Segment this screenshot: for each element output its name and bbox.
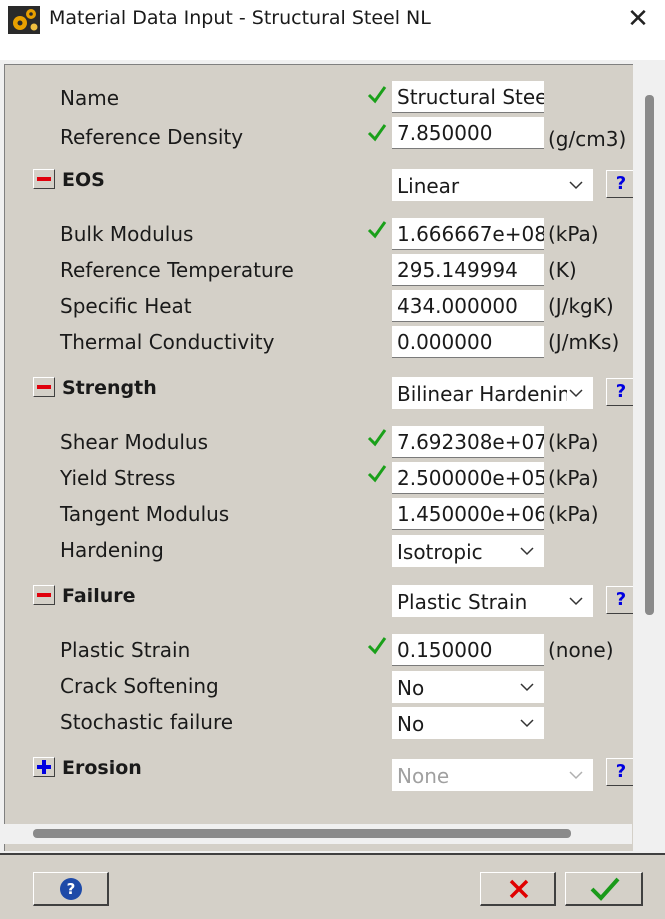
bulk-modulus-label: Bulk Modulus	[60, 222, 194, 246]
name-label: Name	[60, 86, 120, 110]
crack-softening-select[interactable]: No	[392, 671, 544, 703]
chevron-down-icon	[569, 597, 583, 606]
thermal-conductivity-input[interactable]: 0.000000	[392, 326, 544, 358]
check-icon	[367, 429, 387, 447]
vertical-scroll-thumb[interactable]	[645, 95, 654, 615]
failure-section-label: Failure	[62, 585, 136, 607]
checkmark-ok-icon	[590, 877, 620, 901]
close-button[interactable]: ✕	[618, 0, 658, 40]
horizontal-scroll-thumb[interactable]	[33, 829, 571, 838]
reference-temperature-input[interactable]: 295.149994	[392, 254, 544, 286]
erosion-help-button[interactable]: ?	[606, 758, 633, 786]
plastic-strain-label: Plastic Strain	[60, 638, 191, 662]
tangent-modulus-label: Tangent Modulus	[60, 502, 230, 526]
thermal-conductivity-label: Thermal Conductivity	[60, 330, 275, 354]
reference-density-unit: (g/cm3)	[548, 127, 627, 151]
strength-help-button[interactable]: ?	[606, 378, 633, 406]
material-properties-panel: Name Structural Steel NL Reference Densi…	[4, 64, 633, 851]
specific-heat-input[interactable]: 434.000000	[392, 290, 544, 322]
strength-section-label: Strength	[62, 377, 157, 399]
erosion-section-label: Erosion	[62, 757, 142, 779]
stochastic-failure-select[interactable]: No	[392, 707, 544, 739]
minus-icon	[37, 593, 51, 597]
eos-select[interactable]: Linear	[392, 169, 593, 201]
stochastic-failure-label: Stochastic failure	[60, 710, 234, 734]
reference-density-label: Reference Density	[60, 125, 244, 149]
chevron-down-icon	[520, 547, 534, 556]
erosion-expand-toggle[interactable]	[33, 757, 55, 777]
check-icon	[367, 637, 387, 655]
bulk-modulus-input[interactable]: 1.666667e+08	[392, 218, 544, 250]
window-title: Material Data Input - Structural Steel N…	[49, 7, 431, 29]
hardening-select-value: Isotropic	[397, 540, 483, 564]
plastic-strain-input[interactable]: 0.150000	[392, 634, 544, 666]
chevron-down-icon	[569, 771, 583, 780]
yield-stress-unit: (kPa)	[548, 466, 599, 490]
reference-temperature-unit: (K)	[548, 258, 577, 282]
bulk-modulus-unit: (kPa)	[548, 222, 599, 246]
title-bar: Material Data Input - Structural Steel N…	[0, 0, 665, 40]
shear-modulus-input[interactable]: 7.692308e+07	[392, 426, 544, 458]
yield-stress-input[interactable]: 2.500000e+05	[392, 462, 544, 494]
help-button-label: ?	[67, 880, 76, 898]
crack-softening-label: Crack Softening	[60, 674, 219, 698]
eos-collapse-toggle[interactable]	[33, 169, 55, 189]
plastic-strain-unit: (none)	[548, 638, 614, 662]
eos-select-value: Linear	[397, 174, 460, 198]
help-button[interactable]: ?	[33, 872, 109, 906]
thermal-conductivity-unit: (J/mKs)	[548, 330, 620, 354]
minus-icon	[37, 385, 51, 389]
minus-icon	[37, 177, 51, 181]
stochastic-failure-select-value: No	[397, 712, 425, 736]
x-cancel-icon	[509, 879, 529, 899]
name-input[interactable]: Structural Steel NL	[392, 81, 544, 113]
tangent-modulus-input[interactable]: 1.450000e+06	[392, 498, 544, 530]
failure-select-value: Plastic Strain	[397, 590, 528, 614]
chevron-down-icon	[520, 683, 534, 692]
chevron-down-icon	[569, 181, 583, 190]
reference-temperature-label: Reference Temperature	[60, 258, 294, 282]
chevron-down-icon	[567, 377, 585, 409]
hardening-select[interactable]: Isotropic	[392, 535, 544, 567]
crack-softening-select-value: No	[397, 676, 425, 700]
failure-select[interactable]: Plastic Strain	[392, 585, 593, 617]
eos-help-button[interactable]: ?	[606, 170, 633, 198]
check-icon	[367, 124, 387, 142]
check-icon	[367, 465, 387, 483]
button-bar: ?	[0, 853, 665, 919]
specific-heat-label: Specific Heat	[60, 294, 192, 318]
shear-modulus-unit: (kPa)	[548, 430, 599, 454]
ok-button[interactable]	[565, 872, 643, 906]
cancel-button[interactable]	[480, 872, 556, 906]
failure-collapse-toggle[interactable]	[33, 585, 55, 605]
gears-app-icon	[8, 6, 40, 34]
strength-collapse-toggle[interactable]	[33, 377, 55, 397]
erosion-select: None	[392, 759, 593, 791]
chevron-down-icon	[520, 719, 534, 728]
tangent-modulus-unit: (kPa)	[548, 502, 599, 526]
strength-select-value: Bilinear Hardening	[397, 382, 583, 406]
check-icon	[367, 221, 387, 239]
shear-modulus-label: Shear Modulus	[60, 430, 209, 454]
strength-select[interactable]: Bilinear Hardening	[392, 377, 593, 409]
reference-density-input[interactable]: 7.850000	[392, 117, 544, 149]
failure-help-button[interactable]: ?	[606, 586, 633, 614]
eos-section-label: EOS	[62, 169, 105, 191]
hardening-label: Hardening	[60, 538, 164, 562]
specific-heat-unit: (J/kgK)	[548, 294, 614, 318]
yield-stress-label: Yield Stress	[60, 466, 176, 490]
erosion-select-value: None	[397, 764, 450, 788]
help-circle-icon: ?	[60, 878, 82, 900]
check-icon	[367, 86, 387, 104]
